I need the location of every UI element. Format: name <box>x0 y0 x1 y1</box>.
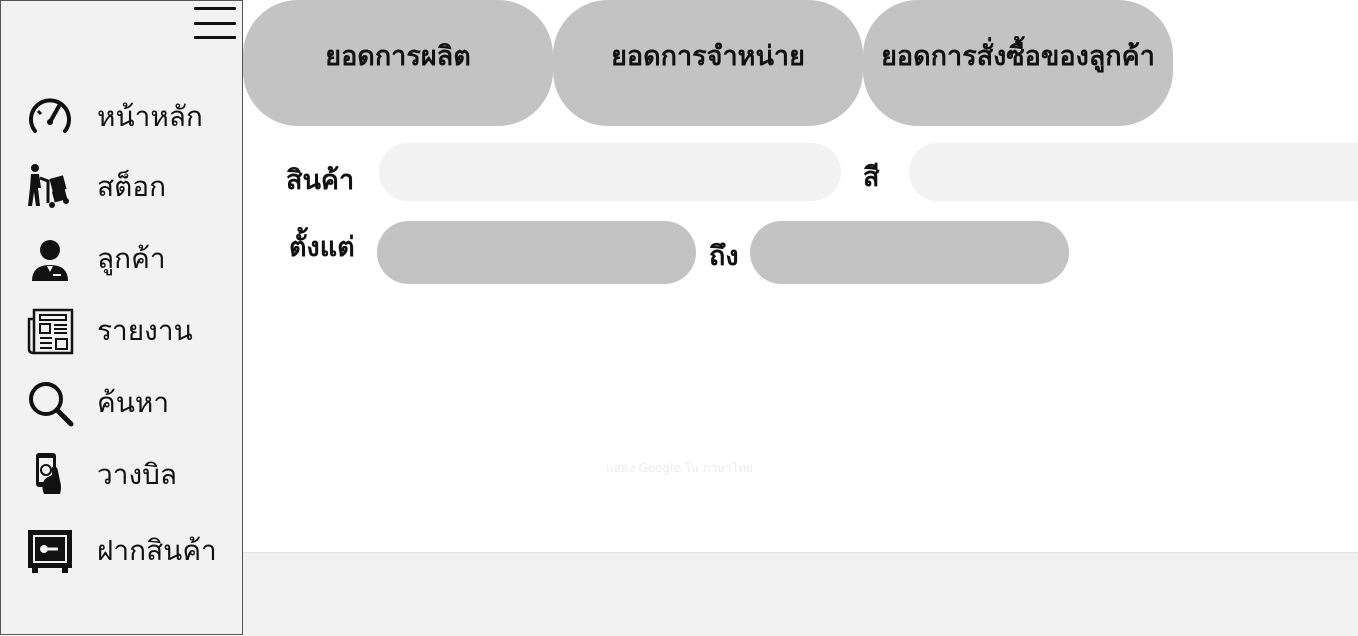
to-date-label: ถึง <box>709 241 739 272</box>
sidebar-item-label: รายงาน <box>97 314 193 347</box>
color-input[interactable] <box>909 143 1358 201</box>
tab-sales[interactable]: ยอดการจำหน่าย <box>553 0 863 126</box>
sidebar-item-search[interactable]: ค้นหา <box>25 375 225 431</box>
hand-money-icon <box>25 450 75 500</box>
footer-bar <box>243 552 1358 636</box>
sidebar-item-label: ค้นหา <box>97 386 170 419</box>
hand-truck-icon <box>25 162 75 212</box>
tab-production[interactable]: ยอดการผลิต <box>243 0 553 126</box>
safe-icon <box>25 526 75 576</box>
from-date-input[interactable] <box>377 221 696 284</box>
sidebar-item-home[interactable]: หน้าหลัก <box>25 89 225 145</box>
sidebar-item-deposit[interactable]: ฝากสินค้า <box>25 523 225 579</box>
sidebar-item-label: สต็อก <box>97 170 167 203</box>
sidebar-item-label: ฝากสินค้า <box>97 534 217 567</box>
hamburger-line <box>194 21 236 25</box>
sidebar-item-label: ลูกค้า <box>97 242 166 275</box>
sidebar-item-stock[interactable]: สต็อก <box>25 159 225 215</box>
sidebar-item-label: วางบิล <box>97 458 178 491</box>
tab-label: ยอดการสั่งซื้อของลูกค้า <box>881 41 1155 72</box>
search-icon <box>25 378 75 428</box>
sidebar-item-label: หน้าหลัก <box>97 100 203 133</box>
sidebar-item-report[interactable]: รายงาน <box>25 303 225 359</box>
newspaper-icon <box>25 306 75 356</box>
tab-label: ยอดการจำหน่าย <box>611 41 805 72</box>
from-date-label: ตั้งแต่ <box>289 232 355 263</box>
google-language-watermark: แสดง Google ใน ภาษาไทย <box>606 461 753 475</box>
hamburger-line <box>194 36 236 39</box>
customer-icon <box>25 234 75 284</box>
color-label: สี <box>863 162 880 193</box>
hamburger-line <box>194 7 236 10</box>
product-label: สินค้า <box>286 165 355 196</box>
sidebar: หน้าหลัก สต็อก ลูกค้า รายงาน ค้นหา วางบิ… <box>0 0 243 635</box>
speedometer-icon <box>25 92 75 142</box>
tab-label: ยอดการผลิต <box>325 41 471 72</box>
sidebar-item-billing[interactable]: วางบิล <box>25 447 225 503</box>
product-input[interactable] <box>379 143 841 201</box>
tab-customer-orders[interactable]: ยอดการสั่งซื้อของลูกค้า <box>863 0 1173 126</box>
to-date-input[interactable] <box>750 221 1069 284</box>
sidebar-item-customer[interactable]: ลูกค้า <box>25 231 225 287</box>
hamburger-menu-icon[interactable] <box>194 7 236 39</box>
